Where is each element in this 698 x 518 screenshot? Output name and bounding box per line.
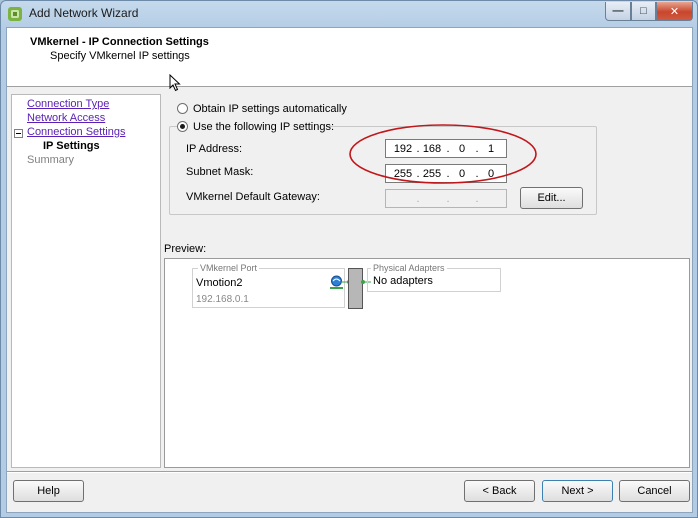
- ip-octet-1[interactable]: 192: [392, 143, 414, 155]
- physical-adapters-value: No adapters: [373, 275, 433, 287]
- mask-octet-1[interactable]: 255: [392, 168, 414, 180]
- ip-address-label: IP Address:: [186, 143, 243, 155]
- maximize-button[interactable]: □: [631, 2, 656, 21]
- ip-address-input[interactable]: 192 . 168 . 0 . 1: [385, 139, 507, 158]
- wizard-window: Add Network Wizard — □ ✕ VMkernel - IP C…: [0, 0, 698, 518]
- close-icon: ✕: [669, 5, 680, 18]
- collapse-icon[interactable]: [14, 129, 23, 138]
- help-button[interactable]: Help: [13, 480, 84, 502]
- close-button[interactable]: ✕: [656, 2, 693, 21]
- ip-octet-4[interactable]: 1: [480, 143, 502, 155]
- wizard-header: VMkernel - IP Connection Settings Specif…: [7, 28, 692, 92]
- wizard-steps-nav: Connection Type Network Access Connectio…: [11, 94, 161, 468]
- gateway-input: . . .: [385, 189, 507, 208]
- ip-octet-3[interactable]: 0: [451, 143, 473, 155]
- physical-adapters-box: Physical Adapters No adapters: [367, 263, 501, 292]
- cancel-button[interactable]: Cancel: [619, 480, 690, 502]
- mouse-cursor-icon: [169, 74, 181, 92]
- preview-label: Preview:: [164, 243, 207, 255]
- subnet-mask-input[interactable]: 255 . 255 . 0 . 0: [385, 164, 507, 183]
- vsphere-logo-icon: [8, 7, 22, 21]
- network-preview: VMkernel Port Vmotion2 192.168.0.1 Physi: [164, 258, 690, 468]
- wizard-body: VMkernel - IP Connection Settings Specif…: [6, 27, 693, 513]
- nav-step-connection-settings[interactable]: Connection Settings: [27, 126, 125, 138]
- nav-step-ip-settings: IP Settings: [43, 140, 100, 152]
- nav-step-connection-type[interactable]: Connection Type: [27, 98, 109, 110]
- nav-step-network-access[interactable]: Network Access: [27, 112, 105, 124]
- minimize-icon: —: [612, 5, 624, 17]
- port-ip: 192.168.0.1: [196, 294, 249, 305]
- title-bar[interactable]: Add Network Wizard — □ ✕: [1, 1, 697, 27]
- subnet-mask-label: Subnet Mask:: [186, 166, 254, 178]
- mask-octet-2[interactable]: 255: [421, 168, 443, 180]
- maximize-icon: □: [640, 5, 647, 17]
- ip-octet-2[interactable]: 168: [421, 143, 443, 155]
- obtain-auto-label[interactable]: Obtain IP settings automatically: [193, 103, 347, 115]
- use-following-radio[interactable]: [177, 121, 188, 132]
- mask-octet-4[interactable]: 0: [480, 168, 502, 180]
- next-button[interactable]: Next >: [542, 480, 613, 502]
- page-subtitle: Specify VMkernel IP settings: [50, 50, 190, 62]
- back-button[interactable]: < Back: [464, 480, 535, 502]
- vmkernel-port-box: VMkernel Port Vmotion2 192.168.0.1: [192, 263, 345, 308]
- window-title: Add Network Wizard: [29, 6, 139, 20]
- use-following-label[interactable]: Use the following IP settings:: [193, 121, 334, 133]
- port-name: Vmotion2: [196, 277, 243, 289]
- nav-step-summary: Summary: [27, 154, 75, 166]
- physical-adapters-title: Physical Adapters: [371, 263, 447, 273]
- mask-octet-3[interactable]: 0: [451, 168, 473, 180]
- minimize-button[interactable]: —: [605, 2, 631, 21]
- vmkernel-port-title: VMkernel Port: [198, 263, 260, 273]
- page-title: VMkernel - IP Connection Settings: [30, 36, 209, 48]
- virtual-switch: [348, 268, 363, 309]
- edit-gateway-button[interactable]: Edit...: [520, 187, 583, 209]
- gateway-label: VMkernel Default Gateway:: [186, 191, 320, 203]
- obtain-auto-radio[interactable]: [177, 103, 188, 114]
